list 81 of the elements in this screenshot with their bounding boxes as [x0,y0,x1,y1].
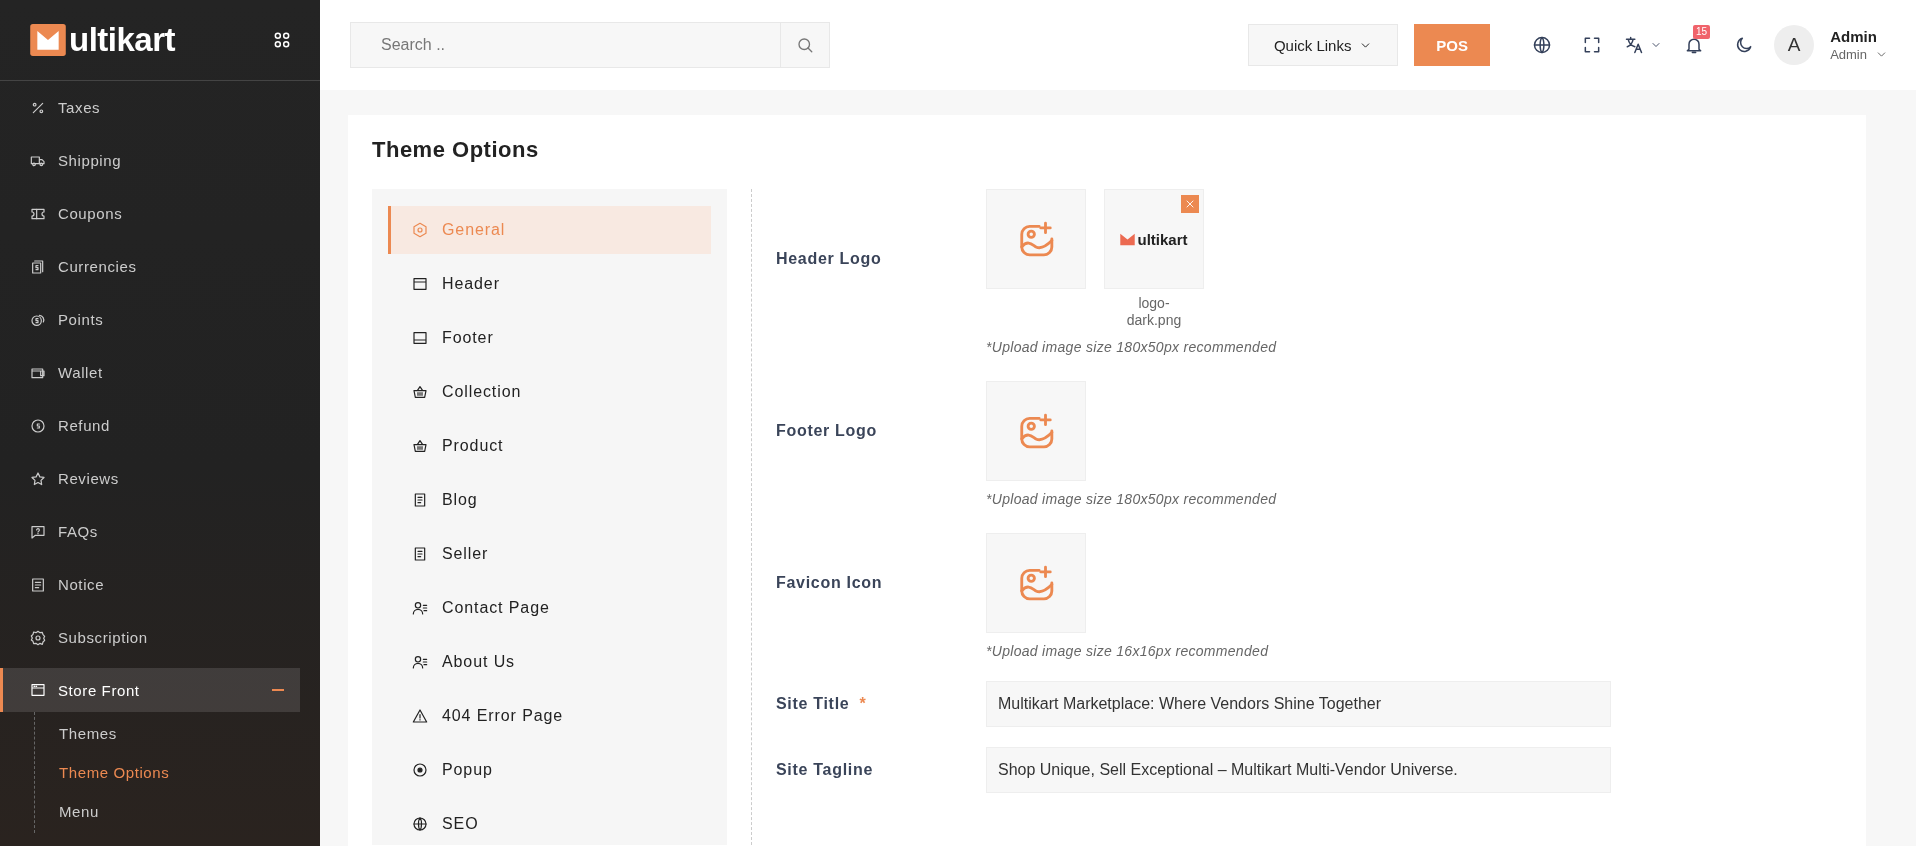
settings-tab[interactable]: SEO [388,800,711,846]
logo-text: ultikart [1137,230,1188,248]
required-mark: * [859,695,866,713]
settings-tab[interactable]: Contact Page [388,584,711,632]
page-title: Theme Options [372,137,540,164]
basket-icon [412,384,428,400]
brand-name: ultikart [69,21,176,59]
star-icon [30,470,46,487]
upload-box[interactable] [986,381,1086,481]
text-field[interactable]: Multikart Marketplace: Where Vendors Shine Together [986,681,1611,727]
sidebar-item[interactable]: Points [0,293,300,346]
submenu-item[interactable]: Theme Options [35,753,320,792]
user-role: Admin [1830,47,1867,62]
search-field[interactable]: Search .. [350,22,780,68]
hexagon-icon [412,222,428,238]
upload-hint: *Upload image size 180x50px recommended [986,491,1277,507]
remove-button[interactable] [1181,195,1199,213]
globe-icon [412,816,428,832]
user-avatar[interactable]: A [1774,25,1815,65]
search-icon [796,36,814,54]
settings-tab[interactable]: Header [388,260,711,308]
settings-tab[interactable]: 404 Error Page [388,692,711,740]
field-label: Header Logo [776,250,882,268]
warning-icon [412,708,428,724]
upload-box[interactable] [986,189,1086,289]
submenu-item[interactable]: Themes [35,714,320,753]
image-add-icon [1017,220,1055,258]
upload-hint: *Upload image size 180x50px recommended [986,339,1277,355]
sidebar-item[interactable]: Reviews [0,452,300,505]
sidebar-item[interactable]: Store Front [0,668,300,712]
field-label: Favicon Icon [776,574,883,592]
help-icon [30,523,46,540]
sidebar-item[interactable]: FAQs [0,505,300,558]
globe-icon [1532,35,1553,55]
settings-tab[interactable]: Popup [388,746,711,794]
sidebar-item[interactable]: Notice [0,558,300,611]
field-label: Footer Logo [776,422,877,440]
window-icon [412,276,428,292]
sidebar-item[interactable]: Subscription [0,611,300,664]
close-icon [1184,198,1196,210]
field-label: Site Tagline [776,761,873,779]
quick-links-dropdown[interactable]: Quick Links [1248,24,1399,66]
field-label: Site Title [776,695,850,713]
refund-icon [30,417,46,434]
image-add-icon [1017,412,1055,450]
sidebar-item[interactable]: Refund [0,399,300,452]
user-list-icon [412,654,428,670]
submenu-item[interactable]: Menu [35,792,320,831]
settings-tab[interactable]: Seller [388,530,711,578]
settings-tab[interactable]: Blog [388,476,711,524]
user-name: Admin [1830,28,1878,45]
sidebar-item[interactable]: Currencies [0,240,300,293]
settings-tab[interactable]: Product [388,422,711,470]
target-icon [412,762,428,778]
sidebar-item[interactable]: Taxes [0,81,300,134]
search-button[interactable] [780,22,830,68]
banknote-icon [30,258,46,275]
document-icon [412,492,428,508]
sidebar-item[interactable]: Shipping [0,134,300,187]
notification-badge: 15 [1693,25,1711,39]
list-icon [30,576,46,593]
apps-icon [272,30,292,50]
window-icon [30,682,46,698]
settings-tab[interactable]: Collection [388,368,711,416]
settings-tab[interactable]: Footer [388,314,711,362]
sidebar-item[interactable]: Wallet [0,346,300,399]
basket-icon [412,438,428,454]
logo-mark-icon [1120,232,1136,246]
text-field[interactable]: Shop Unique, Sell Exceptional – Multikart Multi-Vendor Universe. [986,747,1611,793]
file-name: logo-dark.png [1125,295,1183,329]
sidebar-item[interactable]: Coupons [0,187,300,240]
document-icon [412,546,428,562]
user-list-icon [412,600,428,616]
logo-mark-icon [30,24,66,56]
window-icon [412,330,428,346]
image-add-icon [1017,564,1055,602]
gear-icon [30,629,46,646]
settings-tab[interactable]: About Us [388,638,711,686]
translate-icon [1624,35,1645,55]
upload-box[interactable] [986,533,1086,633]
upload-hint: *Upload image size 16x16px recommended [986,643,1269,659]
